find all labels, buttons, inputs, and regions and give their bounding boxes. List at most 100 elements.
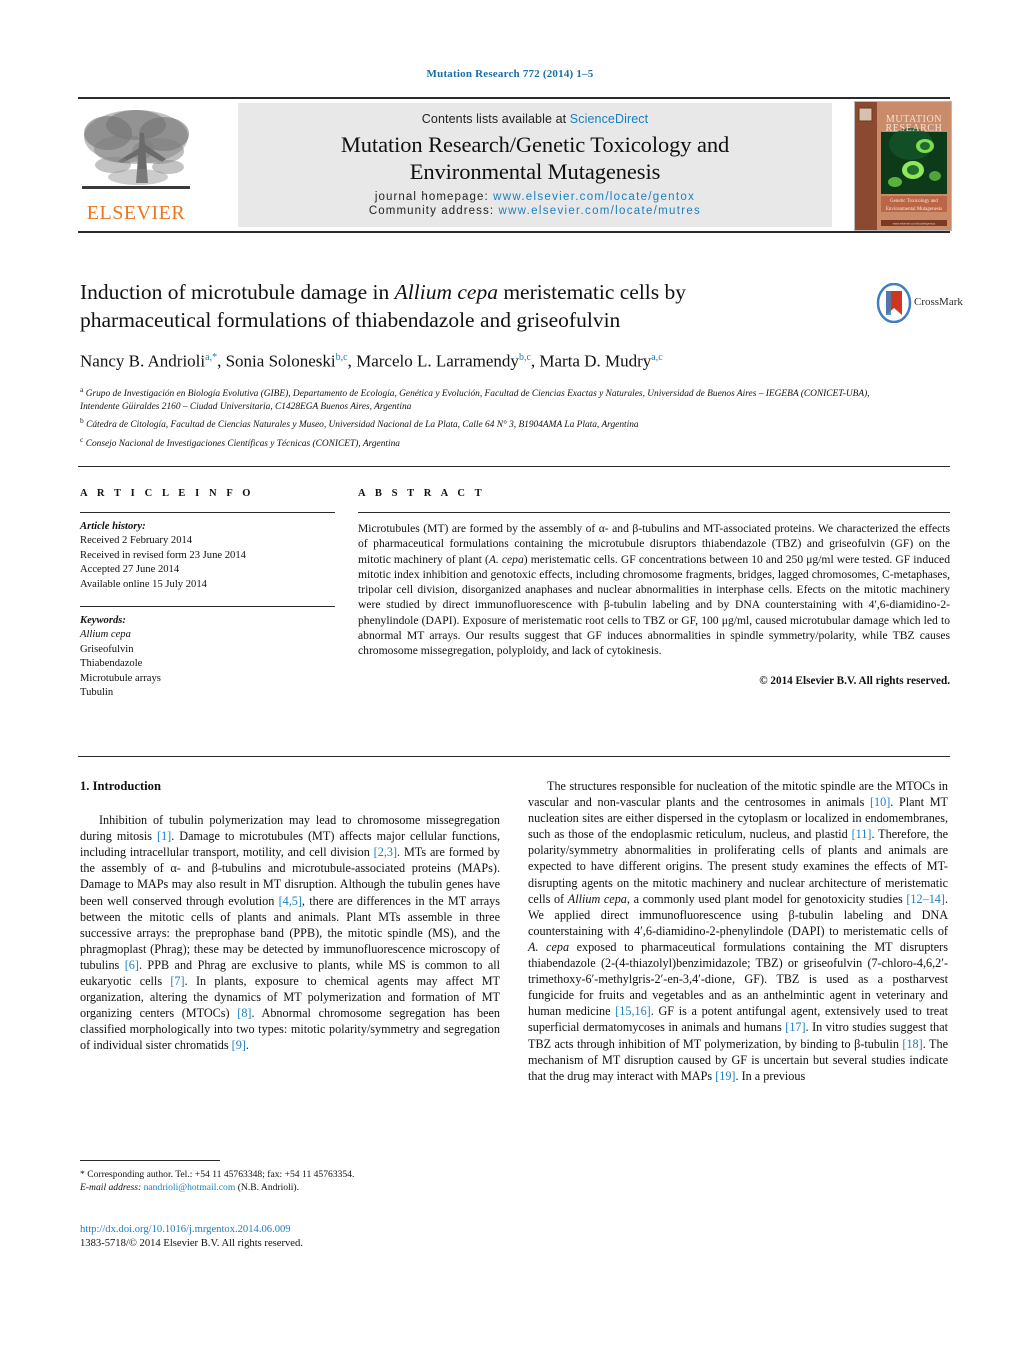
citation-ref[interactable]: [11]: [852, 827, 872, 841]
community-address-line: Community address: www.elsevier.com/loca…: [238, 205, 832, 217]
affiliation-item: a Grupo de Investigación en Biología Evo…: [80, 383, 880, 415]
keyword-item: Microtubule arrays: [80, 672, 161, 684]
citation-ref[interactable]: [12–14]: [906, 892, 945, 906]
citation-ref[interactable]: [6]: [125, 958, 139, 972]
author-affil-marks: b,c: [518, 352, 531, 363]
citation-ref[interactable]: [8]: [237, 1006, 251, 1020]
article-history: Article history: Received 2 February 201…: [80, 520, 335, 592]
affiliation-mark: b: [80, 416, 84, 426]
citation-ref[interactable]: [7]: [170, 974, 184, 988]
doi-link[interactable]: http://dx.doi.org/10.1016/j.mrgentox.201…: [80, 1223, 580, 1237]
community-url-link[interactable]: www.elsevier.com/locate/mutres: [498, 205, 701, 217]
journal-homepage-line: journal homepage: www.elsevier.com/locat…: [238, 191, 832, 203]
keyword-item: Thiabendazole: [80, 658, 143, 670]
elsevier-tree-icon: [82, 110, 190, 189]
homepage-label: journal homepage:: [374, 191, 489, 203]
text-run: .: [245, 1038, 249, 1053]
divider-under-authors: [78, 466, 950, 467]
author-name: Nancy B. Andrioli: [80, 351, 206, 371]
section-heading-introduction: 1. Introduction: [80, 779, 161, 793]
affiliation-text: Grupo de Investigación en Biología Evolu…: [80, 388, 870, 412]
citation-ref[interactable]: [4,5]: [279, 894, 302, 908]
abstract-species-italic: A. cepa: [488, 552, 524, 566]
abstract-column: A B S T R A C T Microtubules (MT) are fo…: [358, 488, 950, 687]
text-run: , a commonly used plant model for genoto…: [626, 891, 907, 906]
article-info-rule: [80, 512, 335, 513]
svg-text:Environmental Mutagenesis: Environmental Mutagenesis: [886, 207, 942, 212]
sciencedirect-link[interactable]: ScienceDirect: [570, 112, 648, 126]
crossmark-badge[interactable]: CrossMark: [876, 282, 963, 327]
crossmark-icon[interactable]: [876, 282, 912, 324]
abstract-part-2: ) meristematic cells. GF concentrations …: [358, 552, 951, 658]
elsevier-logo: ELSEVIER: [78, 103, 194, 227]
species-italic: A. cepa: [528, 939, 570, 954]
intro-paragraph-left: Inhibition of tubulin polymerization may…: [80, 812, 500, 1053]
journal-cover-image: MUTATION RESEARCH Genetic Toxicology and…: [855, 102, 951, 230]
affiliation-mark: a: [80, 384, 84, 394]
footnote-line-1: * Corresponding author. Tel.: +54 11 457…: [80, 1168, 500, 1181]
footnote-star: *: [80, 1169, 85, 1180]
corresponding-author-footnote: * Corresponding author. Tel.: +54 11 457…: [80, 1168, 500, 1194]
paper-page: Mutation Research 772 (2014) 1–5 ELSEVIE…: [0, 0, 1020, 1351]
article-history-label: Article history:: [80, 521, 146, 532]
citation-ref[interactable]: [9]: [232, 1038, 246, 1052]
footnote-line-2: E-mail address: nandrioli@hotmail.com (N…: [80, 1181, 500, 1194]
citation-ref[interactable]: [18]: [902, 1037, 922, 1051]
author-affil-marks: a,*: [205, 352, 218, 363]
text-run: . In a previous: [735, 1068, 806, 1083]
community-label: Community address:: [368, 205, 495, 217]
affiliations: a Grupo de Investigación en Biología Evo…: [80, 383, 880, 451]
citation-ref[interactable]: [15,16]: [615, 1004, 651, 1018]
affiliation-mark: c: [80, 434, 84, 444]
abstract-copyright: © 2014 Elsevier B.V. All rights reserved…: [759, 674, 950, 687]
issn-copyright: 1383-5718/© 2014 Elsevier B.V. All right…: [80, 1238, 303, 1249]
title-part-1: Induction of microtubule damage in: [80, 280, 395, 304]
divider-below-abstract: [78, 756, 950, 757]
citation-ref[interactable]: [2,3]: [374, 845, 397, 859]
crossmark-label: CrossMark: [914, 296, 963, 308]
contents-box: Contents lists available at ScienceDirec…: [238, 103, 832, 227]
svg-text:Genetic Toxicology and: Genetic Toxicology and: [890, 199, 938, 204]
title-part-2: meristematic cells by: [497, 280, 687, 304]
title-line-2: pharmaceutical formulations of thiabenda…: [80, 308, 621, 332]
journal-title-line-1: Mutation Research/Genetic Toxicology and: [340, 132, 730, 157]
species-italic: Allium cepa: [567, 891, 627, 906]
keywords-rule: [80, 606, 335, 608]
history-item: Received in revised form 23 June 2014: [80, 549, 246, 561]
body-column-left: 1. Introduction Inhibition of tubulin po…: [80, 778, 500, 1054]
keywords-list: Keywords: Allium cepa Griseofulvin Thiab…: [80, 614, 335, 700]
affiliation-item: b Cátedra de Citología, Facultad de Cien…: [80, 414, 880, 432]
footnote-corresponding-text: Corresponding author. Tel.: +54 11 45763…: [87, 1169, 355, 1180]
article-info-column: A R T I C L E I N F O Article history: R…: [80, 488, 335, 700]
author-affil-marks: b,c: [335, 352, 348, 363]
svg-text:www.elsevier.com/locate/gentox: www.elsevier.com/locate/gentox: [893, 222, 936, 226]
author-name: Marta D. Mudry: [539, 351, 652, 371]
journal-title-line-2: Environmental Mutagenesis: [409, 159, 661, 184]
keyword-item: Tubulin: [80, 687, 114, 699]
abstract-heading: A B S T R A C T: [358, 488, 486, 499]
abstract-rule: [358, 512, 950, 513]
journal-header: ELSEVIER Contents lists available at Sci…: [78, 97, 952, 233]
journal-title: Mutation Research/Genetic Toxicology and…: [238, 131, 832, 185]
title-block: Induction of microtubule damage in Alliu…: [80, 278, 870, 451]
contents-prefix: Contents lists available at: [421, 112, 570, 126]
email-owner: (N.B. Andrioli).: [237, 1182, 300, 1194]
citation-ref[interactable]: [1]: [157, 829, 171, 843]
affiliation-text: Consejo Nacional de Investigaciones Cien…: [85, 438, 400, 449]
history-item: Available online 15 July 2014: [80, 578, 207, 590]
email-label: E-mail address:: [80, 1182, 142, 1194]
homepage-url-link[interactable]: www.elsevier.com/locate/gentox: [493, 191, 695, 203]
elsevier-wordmark: ELSEVIER: [86, 202, 186, 224]
email-link[interactable]: nandrioli@hotmail.com: [144, 1182, 236, 1193]
citation-ref[interactable]: [19]: [715, 1069, 735, 1083]
page-footer: http://dx.doi.org/10.1016/j.mrgentox.201…: [80, 1223, 580, 1251]
author-list: Nancy B. Andriolia,*, Sonia Soloneskib,c…: [80, 351, 663, 371]
author-name: Marcelo L. Larramendy: [356, 351, 519, 371]
author-name: Sonia Soloneski: [225, 351, 336, 371]
keywords-label: Keywords:: [80, 615, 126, 627]
body-column-right: The structures responsible for nucleatio…: [528, 778, 948, 1084]
page-title: Induction of microtubule damage in Alliu…: [80, 278, 870, 334]
citation-ref[interactable]: [10]: [870, 795, 890, 809]
running-head: Mutation Research 772 (2014) 1–5: [426, 68, 594, 80]
citation-ref[interactable]: [17]: [785, 1020, 805, 1034]
